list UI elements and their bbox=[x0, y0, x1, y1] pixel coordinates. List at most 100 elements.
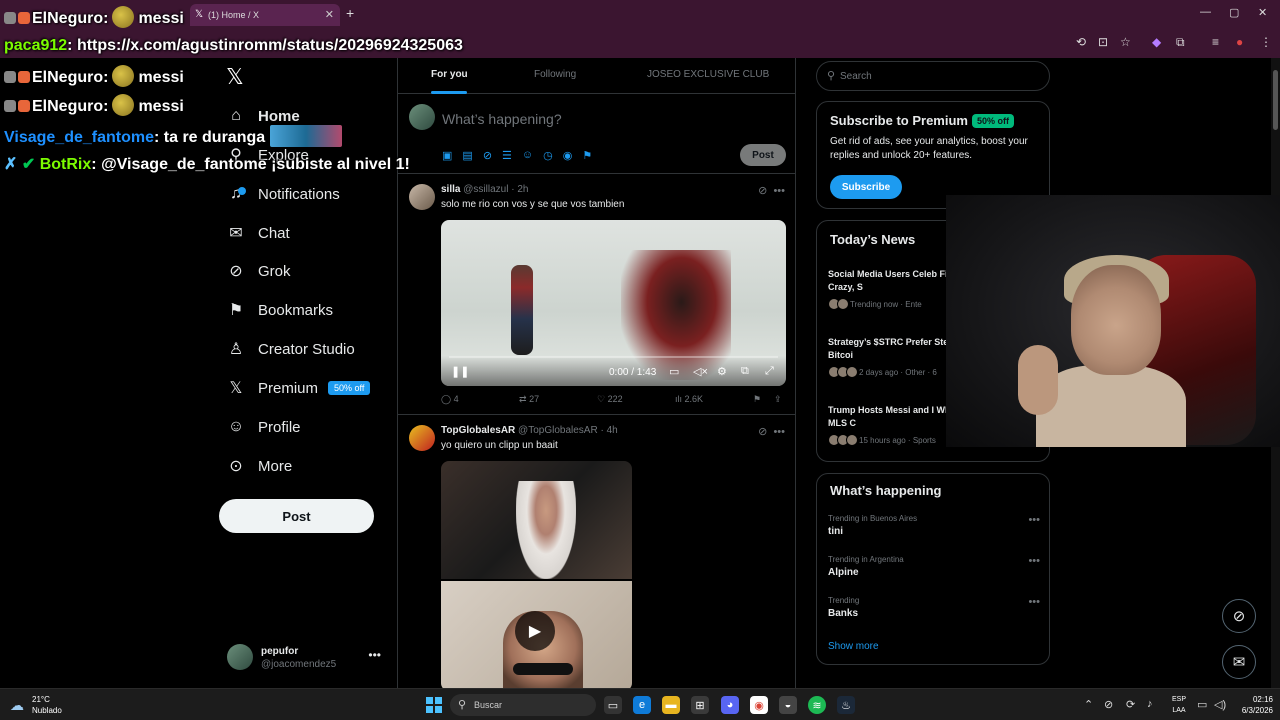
nav-notifications[interactable]: ♫ Notifications bbox=[226, 179, 340, 209]
tab-following[interactable]: Following bbox=[534, 69, 576, 80]
scrollbar-thumb[interactable] bbox=[1273, 70, 1278, 130]
grok-fab-button[interactable]: ⊘ bbox=[1222, 599, 1256, 633]
close-tab-icon[interactable]: ✕ bbox=[325, 8, 334, 21]
taskbar-search[interactable]: ⚲ Buscar bbox=[450, 694, 596, 716]
grok-icon[interactable]: ⊘ bbox=[483, 149, 492, 162]
trend-item[interactable]: Trending in Buenos Aires tini ••• bbox=[828, 514, 1040, 537]
network-off-icon[interactable]: ⊘ bbox=[1104, 698, 1113, 711]
extension-icon[interactable]: ◆ bbox=[1152, 35, 1161, 49]
system-clock[interactable]: 02:16 6/3/2026 bbox=[1233, 694, 1273, 716]
like-button[interactable]: ♡ 222 bbox=[597, 394, 623, 405]
chrome-icon[interactable]: ◉ bbox=[750, 696, 768, 714]
nav-profile[interactable]: ☺ Profile bbox=[226, 412, 301, 442]
fullscreen-icon[interactable]: ⤢ bbox=[765, 365, 774, 378]
sync-icon[interactable]: ⟳ bbox=[1126, 698, 1135, 711]
volume-icon[interactable]: ◁) bbox=[1214, 698, 1226, 711]
gif-icon[interactable]: ▤ bbox=[462, 149, 472, 162]
compose-input[interactable]: What’s happening? bbox=[442, 111, 562, 127]
tweet-author-handle[interactable]: @TopGlobalesAR bbox=[518, 425, 598, 436]
tab-for-you[interactable]: For you bbox=[431, 69, 468, 80]
browser-tab[interactable]: 𝕏 (1) Home / X ✕ bbox=[190, 4, 340, 26]
share-icon[interactable]: ⇪ bbox=[774, 394, 782, 405]
search-input[interactable]: ⚲ Search bbox=[816, 61, 1050, 91]
nav-bookmarks[interactable]: ⚑ Bookmarks bbox=[226, 295, 333, 325]
poll-icon[interactable]: ☰ bbox=[502, 149, 512, 162]
language-indicator[interactable]: ESP LAA bbox=[1168, 694, 1190, 716]
folder-icon[interactable]: ▬ bbox=[662, 696, 680, 714]
account-switcher[interactable]: pepufor @joacomendez5 ••• bbox=[227, 644, 387, 674]
pause-icon[interactable]: ❚❚ bbox=[451, 365, 469, 378]
start-button[interactable] bbox=[426, 697, 442, 713]
steam-icon[interactable]: ♨ bbox=[837, 696, 855, 714]
video-player[interactable]: ❚❚ 0:00 / 1:43 ▭ ◁× ⚙ ⧉ ⤢ bbox=[441, 220, 786, 386]
chevron-up-icon[interactable]: ⌃ bbox=[1084, 698, 1093, 711]
location-icon[interactable]: ◉ bbox=[563, 149, 573, 162]
show-more-link[interactable]: Show more bbox=[828, 641, 879, 652]
messages-fab-button[interactable]: ✉ bbox=[1222, 645, 1256, 679]
schedule-icon[interactable]: ◷ bbox=[543, 149, 553, 162]
trend-item[interactable]: Trending Banks ••• bbox=[828, 596, 1040, 619]
trend-item[interactable]: Trending in Argentina Alpine ••• bbox=[828, 555, 1040, 578]
tweet-time[interactable]: 4h bbox=[607, 425, 618, 436]
install-icon[interactable]: ⊡ bbox=[1098, 35, 1108, 49]
avatar[interactable] bbox=[409, 184, 435, 210]
media-video[interactable]: ▶ bbox=[441, 581, 632, 688]
nav-grok[interactable]: ⊘ Grok bbox=[226, 256, 290, 286]
subscribe-button[interactable]: Subscribe bbox=[830, 175, 902, 199]
star-icon[interactable]: ☆ bbox=[1120, 35, 1131, 49]
picture-in-picture-icon[interactable]: ⧉ bbox=[741, 365, 749, 378]
spotify-icon[interactable]: ≋ bbox=[808, 696, 826, 714]
tab-joseo-exclusive-club[interactable]: JOSEO EXCLUSIVE CLUB bbox=[647, 69, 769, 80]
repost-button[interactable]: ⇄ 27 bbox=[519, 394, 539, 405]
task-view-icon[interactable]: ▭ bbox=[604, 696, 622, 714]
more-icon[interactable]: ••• bbox=[1028, 596, 1040, 608]
compose-post-button[interactable]: Post bbox=[740, 144, 786, 166]
reply-button[interactable]: ◯ 4 bbox=[441, 394, 459, 405]
translate-icon[interactable]: ⟲ bbox=[1076, 35, 1086, 49]
tweet-author-handle[interactable]: @ssillazul bbox=[463, 184, 508, 195]
nav-more[interactable]: ⊙ More bbox=[226, 451, 292, 481]
new-tab-button[interactable]: + bbox=[346, 5, 354, 21]
x-logo-icon[interactable]: 𝕏 bbox=[226, 64, 244, 90]
discord-icon[interactable]: ◕ bbox=[721, 696, 739, 714]
edge-icon[interactable]: e bbox=[633, 696, 651, 714]
more-icon[interactable]: ••• bbox=[1028, 555, 1040, 567]
media-image[interactable] bbox=[441, 461, 632, 579]
close-window-button[interactable]: ✕ bbox=[1258, 6, 1267, 19]
views-button[interactable]: ılı 2.6K bbox=[675, 394, 703, 404]
mic-icon[interactable]: ♪ bbox=[1147, 698, 1153, 710]
mute-icon[interactable]: ◁× bbox=[693, 365, 708, 378]
tweet[interactable]: silla @ssillazul · 2h ⊘ ••• solo me rio … bbox=[398, 175, 795, 415]
tweet-media[interactable]: ▶ bbox=[441, 461, 632, 688]
emoji-icon[interactable]: ☺ bbox=[522, 149, 533, 162]
puzzle-icon[interactable]: ⧉ bbox=[1176, 35, 1185, 50]
post-button[interactable]: Post bbox=[219, 499, 374, 533]
more-icon[interactable]: ••• bbox=[368, 648, 381, 662]
github-icon[interactable]: ◒ bbox=[779, 696, 797, 714]
image-icon[interactable]: ▣ bbox=[442, 149, 452, 162]
captions-icon[interactable]: ▭ bbox=[669, 365, 679, 378]
more-icon[interactable]: ••• bbox=[773, 185, 785, 197]
playlist-icon[interactable]: ≡ bbox=[1212, 35, 1219, 49]
store-icon[interactable]: ⊞ bbox=[691, 696, 709, 714]
more-icon[interactable]: ••• bbox=[1028, 514, 1040, 526]
flag-icon[interactable]: ⚑ bbox=[582, 149, 592, 162]
video-progress-bar[interactable] bbox=[449, 356, 778, 358]
avatar[interactable] bbox=[409, 425, 435, 451]
minimize-button[interactable]: — bbox=[1200, 6, 1211, 18]
bookmark-icon[interactable]: ⚑ bbox=[753, 394, 761, 405]
nav-chat[interactable]: ✉ Chat bbox=[226, 218, 289, 248]
maximize-button[interactable]: ▢ bbox=[1229, 6, 1239, 19]
tweet-author-name[interactable]: TopGlobalesAR bbox=[441, 425, 515, 436]
tweet[interactable]: TopGlobalesAR @TopGlobalesAR · 4h ⊘ ••• … bbox=[398, 416, 795, 688]
more-icon[interactable]: ••• bbox=[773, 426, 785, 438]
nav-premium[interactable]: 𝕏 Premium 50% off bbox=[226, 373, 371, 403]
settings-icon[interactable]: ⚙ bbox=[717, 365, 727, 378]
profile-avatar-icon[interactable]: ● bbox=[1236, 35, 1243, 49]
monitor-icon[interactable]: ▭ bbox=[1197, 698, 1207, 711]
grok-icon[interactable]: ⊘ bbox=[758, 426, 767, 438]
grok-icon[interactable]: ⊘ bbox=[758, 185, 767, 197]
tweet-time[interactable]: 2h bbox=[517, 184, 528, 195]
menu-icon[interactable]: ⋮ bbox=[1260, 35, 1272, 49]
nav-creator-studio[interactable]: ♙ Creator Studio bbox=[226, 334, 355, 364]
